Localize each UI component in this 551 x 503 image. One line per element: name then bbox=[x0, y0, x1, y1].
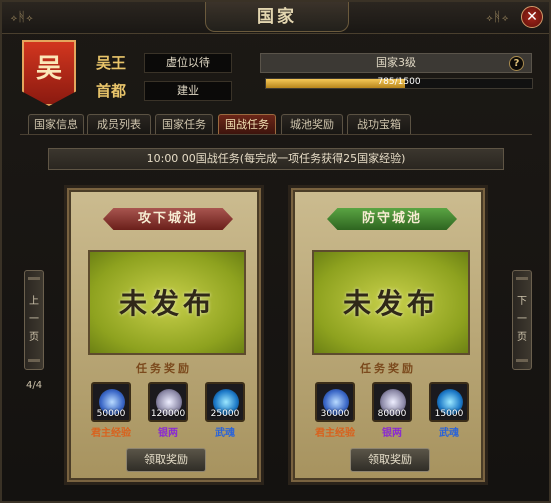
reward-item[interactable]: 80000 银两 bbox=[372, 382, 412, 439]
claim-reward-button[interactable]: 领取奖励 bbox=[350, 448, 430, 472]
panel-body: 防守城池 未发布 任务奖励 30000 君主经验 80000 银两 15000 … bbox=[295, 192, 481, 478]
reward-qty: 25000 bbox=[210, 409, 240, 419]
capital-value: 建业 bbox=[144, 81, 232, 101]
title-bar[interactable]: ⟡ᚻ⟡ 国家 ⟡ᚻ⟡ ✕ bbox=[2, 2, 549, 34]
prev-page-button[interactable]: 上一页 bbox=[24, 270, 44, 370]
window-title: 国家 bbox=[205, 2, 349, 32]
defend-map: 未发布 bbox=[312, 250, 470, 355]
king-label: 吴王 bbox=[96, 54, 127, 72]
reward-qty: 80000 bbox=[377, 409, 407, 419]
reward-item[interactable]: 15000 武魂 bbox=[429, 382, 469, 439]
reward-title: 任务奖励 bbox=[136, 362, 192, 375]
defend-city-ribbon: 防守城池 bbox=[327, 208, 457, 230]
attack-city-ribbon: 攻下城池 bbox=[103, 208, 233, 230]
title-ornament-right: ⟡ᚻ⟡ bbox=[485, 10, 509, 25]
grip-bottom bbox=[28, 359, 40, 362]
reward-name: 武魂 bbox=[439, 428, 459, 439]
reward-name: 银两 bbox=[382, 428, 402, 439]
reward-item[interactable]: 25000 武魂 bbox=[205, 382, 245, 439]
next-page-button[interactable]: 下一页 bbox=[512, 270, 532, 370]
reward-qty: 120000 bbox=[150, 409, 186, 419]
reward-qty: 50000 bbox=[96, 409, 126, 419]
reward-name: 武魂 bbox=[215, 428, 235, 439]
reward-name: 君主经验 bbox=[91, 428, 131, 439]
country-exp-text: 785/1500 bbox=[377, 77, 421, 87]
reward-item[interactable]: 50000 君主经验 bbox=[91, 382, 131, 439]
country-window: ⟡ᚻ⟡ 国家 ⟡ᚻ⟡ ✕ 吴 吴王 虚位以待 首都 建业 国家3级 ? 785/… bbox=[0, 0, 551, 503]
reward-title: 任务奖励 bbox=[360, 362, 416, 375]
attack-map: 未发布 bbox=[88, 250, 246, 355]
tab-city-rewards[interactable]: 城池奖励 bbox=[281, 114, 343, 135]
reward-name: 君主经验 bbox=[315, 428, 355, 439]
silver-ingot-icon: 80000 bbox=[372, 382, 412, 422]
claim-reward-button[interactable]: 领取奖励 bbox=[126, 448, 206, 472]
help-icon[interactable]: ? bbox=[509, 56, 524, 71]
silver-ingot-icon: 120000 bbox=[148, 382, 188, 422]
tab-member-list[interactable]: 成员列表 bbox=[87, 114, 151, 135]
attack-city-panel: 攻下城池 未发布 任务奖励 50000 君主经验 120000 银两 25000… bbox=[64, 185, 264, 485]
tab-country-quests[interactable]: 国家任务 bbox=[155, 114, 213, 135]
tab-country-info[interactable]: 国家信息 bbox=[28, 114, 84, 135]
next-page-label: 下一页 bbox=[517, 296, 527, 343]
country-exp-bar: 785/1500 bbox=[265, 77, 533, 89]
title-ornament-left: ⟡ᚻ⟡ bbox=[10, 10, 34, 25]
exp-orb-icon: 50000 bbox=[91, 382, 131, 422]
grip-bottom bbox=[516, 359, 528, 362]
reward-item[interactable]: 120000 银两 bbox=[148, 382, 188, 439]
panel-body: 攻下城池 未发布 任务奖励 50000 君主经验 120000 银两 25000… bbox=[71, 192, 257, 478]
prev-page-label: 上一页 bbox=[29, 296, 39, 343]
country-level: 国家3级 bbox=[260, 53, 532, 73]
tab-war-quests[interactable]: 国战任务 bbox=[218, 114, 276, 135]
king-value: 虚位以待 bbox=[144, 53, 232, 73]
reward-item[interactable]: 30000 君主经验 bbox=[315, 382, 355, 439]
grip-top bbox=[28, 277, 40, 280]
reward-qty: 30000 bbox=[320, 409, 350, 419]
close-button[interactable]: ✕ bbox=[521, 6, 543, 28]
soul-orb-icon: 15000 bbox=[429, 382, 469, 422]
exp-orb-icon: 30000 bbox=[315, 382, 355, 422]
reward-name: 银两 bbox=[158, 428, 178, 439]
quest-status: 未发布 bbox=[118, 287, 215, 320]
reward-qty: 15000 bbox=[434, 409, 464, 419]
tab-merit-chests[interactable]: 战功宝箱 bbox=[347, 114, 411, 135]
page-indicator: 4/4 bbox=[26, 380, 43, 391]
banner-character: 吴 bbox=[35, 54, 62, 84]
quest-status: 未发布 bbox=[342, 287, 439, 320]
defend-city-panel: 防守城池 未发布 任务奖励 30000 君主经验 80000 银两 15000 … bbox=[288, 185, 488, 485]
grip-top bbox=[516, 277, 528, 280]
capital-label: 首都 bbox=[96, 82, 127, 100]
soul-orb-icon: 25000 bbox=[205, 382, 245, 422]
quest-announcement: 10:00 00国战任务(每完成一项任务获得25国家经验) bbox=[48, 148, 504, 170]
